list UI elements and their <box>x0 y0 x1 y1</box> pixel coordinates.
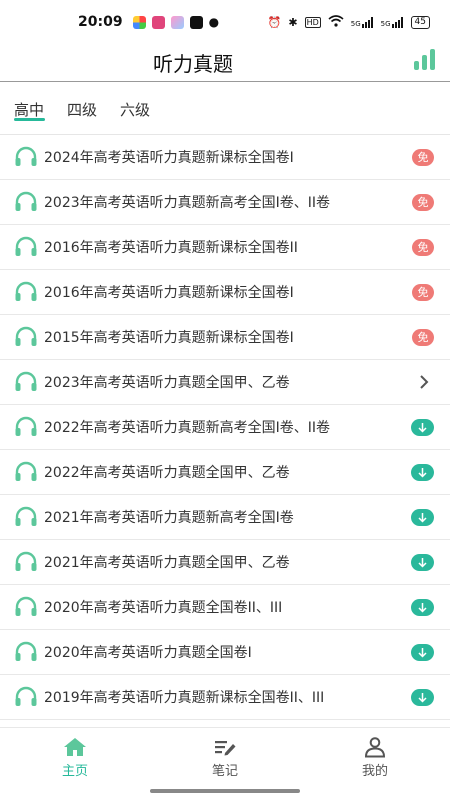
list-item-label: 2020年高考英语听力真题全国卷II、III <box>44 600 283 616</box>
download-icon[interactable] <box>411 463 434 481</box>
list-item-label: 2021年高考英语听力真题新高考全国I卷 <box>44 510 294 526</box>
headphones-icon <box>14 236 38 258</box>
list-item-label: 2022年高考英语听力真题全国甲、乙卷 <box>44 465 290 481</box>
headphones-icon <box>14 416 38 438</box>
signal-icon: 5G <box>380 16 404 28</box>
signal-label: 5G <box>380 19 391 28</box>
profile-icon <box>364 737 386 758</box>
download-icon[interactable] <box>411 643 434 661</box>
headphones-icon <box>14 371 38 393</box>
app-notification-icon <box>132 15 146 29</box>
list-item[interactable]: 2020年高考英语听力真题全国卷II、III <box>0 585 450 630</box>
nav-notes[interactable]: 笔记 <box>195 736 255 779</box>
list-item[interactable]: 2020年高考英语听力真题全国卷I <box>0 630 450 675</box>
list-item-label: 2023年高考英语听力真题新高考全国I卷、II卷 <box>44 195 331 211</box>
list-item[interactable]: 2021年高考英语听力真题全国甲、乙卷 <box>0 540 450 585</box>
list-item[interactable]: 2023年高考英语听力真题全国甲、乙卷 <box>0 360 450 405</box>
app-notification-icon <box>170 15 184 29</box>
headphones-icon <box>14 461 38 483</box>
free-badge: 免 <box>412 193 434 211</box>
category-tabs: 高中 四级 六级 <box>0 82 450 135</box>
home-icon <box>64 738 86 756</box>
title-bar: 听力真题 <box>0 44 450 82</box>
home-indicator <box>150 789 300 793</box>
note-icon <box>215 741 236 756</box>
list-item[interactable]: 2015年高考英语听力真题新课标全国卷I 免 <box>0 315 450 360</box>
list-item[interactable]: 2016年高考英语听力真题新课标全国卷I 免 <box>0 270 450 315</box>
signal-icon: 5G <box>350 16 374 28</box>
list-item-label: 2020年高考英语听力真题全国卷I <box>44 645 252 661</box>
page-title: 听力真题 <box>153 52 233 76</box>
tiktok-icon <box>189 15 203 29</box>
headphones-icon <box>14 596 38 618</box>
download-icon[interactable] <box>411 688 434 706</box>
headphones-icon <box>14 506 38 528</box>
headphones-icon <box>14 146 38 168</box>
headphones-icon <box>14 686 38 708</box>
list-item-label: 2016年高考英语听力真题新课标全国卷I <box>44 285 294 301</box>
nav-profile[interactable]: 我的 <box>345 736 405 779</box>
tab-gaozhong[interactable]: 高中 <box>14 99 44 120</box>
download-icon[interactable] <box>411 418 434 436</box>
download-icon[interactable] <box>411 553 434 571</box>
status-time: 20:09 <box>78 14 123 30</box>
list-item[interactable]: 2021年高考英语听力真题新高考全国I卷 <box>0 495 450 540</box>
app-notification-icon <box>151 15 165 29</box>
status-app-icons: ● <box>132 15 220 29</box>
list-item[interactable]: 2023年高考英语听力真题新高考全国I卷、II卷 免 <box>0 180 450 225</box>
status-bar: 20:09 ● ⏰ ✱ HD 5G 5G 45 <box>0 0 450 44</box>
free-badge: 免 <box>412 148 434 166</box>
nav-profile-label: 我的 <box>361 764 388 779</box>
list-item-label: 2022年高考英语听力真题新高考全国I卷、II卷 <box>44 420 331 436</box>
exam-list: 2024年高考英语听力真题新课标全国卷I 免 2023年高考英语听力真题新高考全国I… <box>0 135 450 720</box>
bar-chart-icon[interactable] <box>414 48 436 70</box>
list-item[interactable]: 2024年高考英语听力真题新课标全国卷I 免 <box>0 135 450 180</box>
list-item[interactable]: 2022年高考英语听力真题新高考全国I卷、II卷 <box>0 405 450 450</box>
list-item-label: 2019年高考英语听力真题新课标全国卷II、III <box>44 690 325 706</box>
nav-home-label: 主页 <box>61 764 88 779</box>
headphones-icon <box>14 191 38 213</box>
battery-icon: 45 <box>410 15 430 29</box>
nav-notes-label: 笔记 <box>211 764 238 779</box>
list-item[interactable]: 2019年高考英语听力真题新课标全国卷II、III <box>0 675 450 720</box>
list-item-label: 2021年高考英语听力真题全国甲、乙卷 <box>44 555 290 571</box>
list-item-label: 2016年高考英语听力真题新课标全国卷II <box>44 240 298 256</box>
chevron-right-icon[interactable] <box>418 374 430 390</box>
list-item[interactable]: 2016年高考英语听力真题新课标全国卷II 免 <box>0 225 450 270</box>
free-badge: 免 <box>412 328 434 346</box>
list-item-label: 2024年高考英语听力真题新课标全国卷I <box>44 150 294 166</box>
signal-label: 5G <box>350 19 361 28</box>
free-badge: 免 <box>412 283 434 301</box>
hd-icon: HD <box>304 16 321 28</box>
tab-cet6[interactable]: 六级 <box>120 99 150 120</box>
list-item[interactable]: 2022年高考英语听力真题全国甲、乙卷 <box>0 450 450 495</box>
download-icon[interactable] <box>411 598 434 616</box>
free-badge: 免 <box>412 238 434 256</box>
more-dot-icon: ● <box>208 15 220 29</box>
status-indicators: ⏰ ✱ HD 5G 5G 45 <box>267 14 430 30</box>
headphones-icon <box>14 326 38 348</box>
headphones-icon <box>14 281 38 303</box>
headphones-icon <box>14 551 38 573</box>
nav-home[interactable]: 主页 <box>45 736 105 779</box>
headphones-icon <box>14 641 38 663</box>
download-icon[interactable] <box>411 508 434 526</box>
wifi-icon <box>328 14 344 30</box>
tab-cet4[interactable]: 四级 <box>67 99 97 120</box>
list-item-label: 2023年高考英语听力真题全国甲、乙卷 <box>44 375 290 391</box>
active-tab-indicator <box>14 118 45 121</box>
alarm-icon: ⏰ <box>267 15 282 29</box>
bluetooth-icon: ✱ <box>288 15 298 29</box>
list-item-label: 2015年高考英语听力真题新课标全国卷I <box>44 330 294 346</box>
